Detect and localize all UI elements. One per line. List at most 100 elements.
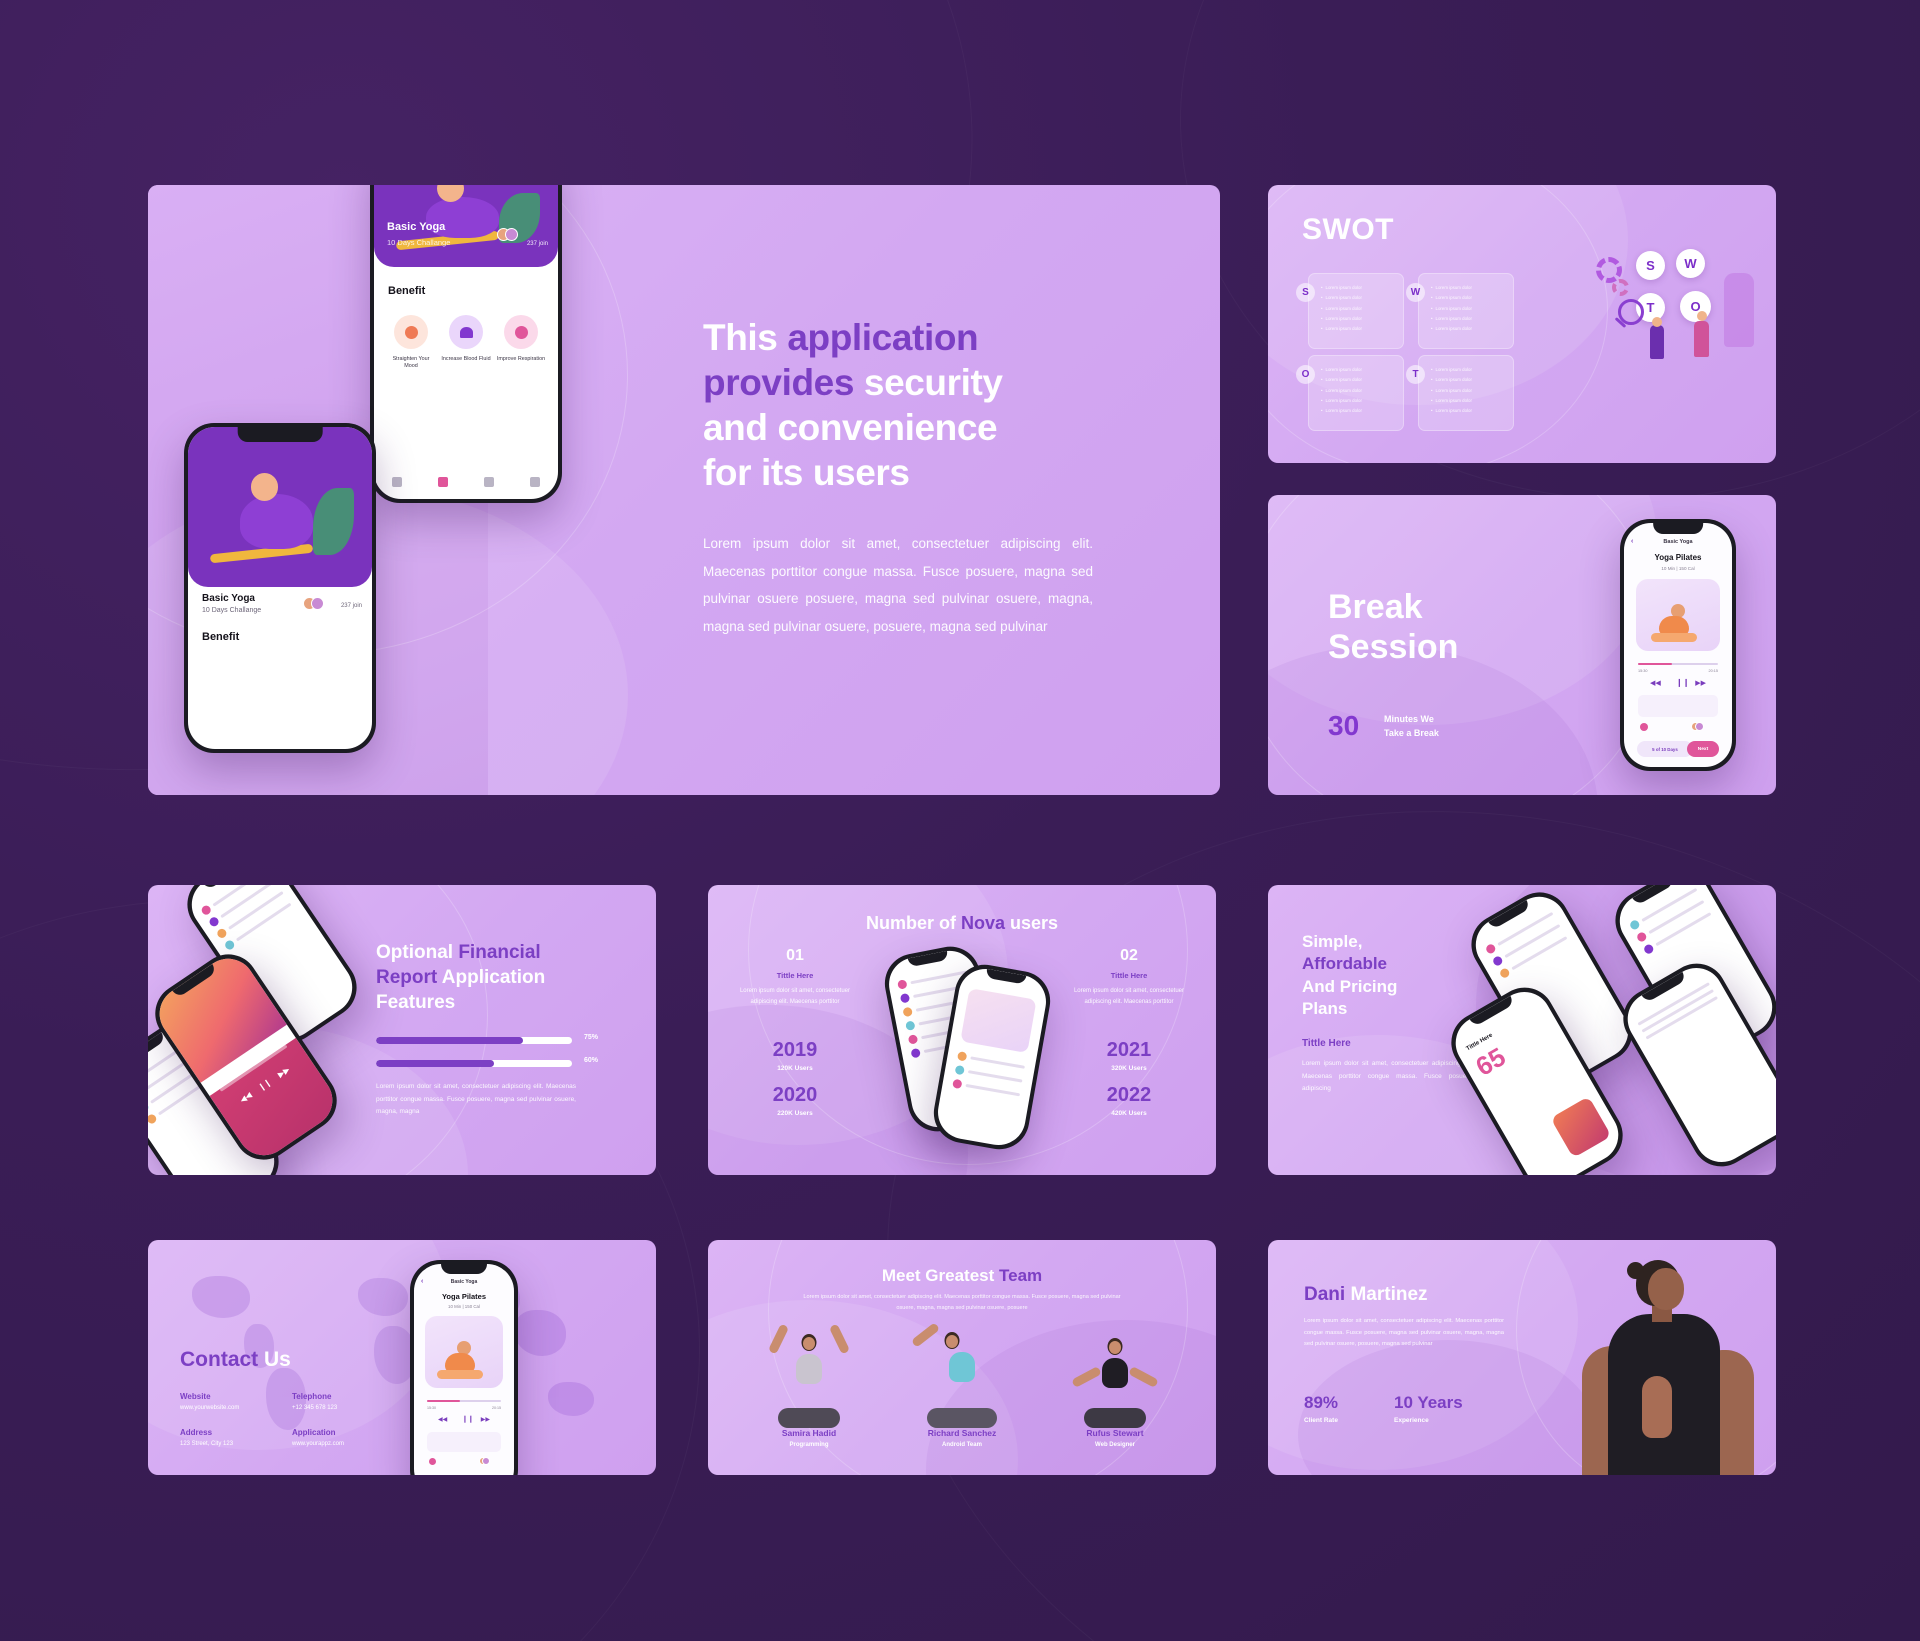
contact-label: Telephone bbox=[292, 1392, 332, 1401]
progress-fill bbox=[427, 1400, 460, 1402]
team-member-3[interactable]: Rufus Stewart Web Designer bbox=[1050, 1318, 1180, 1448]
rewind-icon[interactable]: ◀◀ bbox=[438, 1416, 447, 1423]
title-part: Contact bbox=[180, 1348, 264, 1371]
slide-hero[interactable]: Basic Yoga 10 Days Challange 237 join Be… bbox=[148, 185, 1220, 795]
step-title: Tittle Here bbox=[1110, 971, 1148, 980]
slide-pricing-plans[interactable]: Simple, Affordable And Pricing Plans Tit… bbox=[1268, 885, 1776, 1175]
progress-bar[interactable] bbox=[427, 1400, 501, 1402]
chevron-left-icon[interactable]: ‹ bbox=[1631, 538, 1633, 545]
phone-notch bbox=[237, 427, 323, 442]
play-pause-icon[interactable]: ❙❙ bbox=[257, 1077, 273, 1092]
financial-title-part: Application bbox=[437, 967, 546, 989]
step-description: Lorem ipsum dolor sit amet, consectetuer… bbox=[1073, 988, 1185, 1006]
team-member-1[interactable]: Samira Hadid Programming bbox=[744, 1318, 874, 1448]
progress-fill bbox=[1638, 663, 1672, 665]
slide-swot[interactable]: SWOT S Lorem ipsum dolor Lorem ipsum dol… bbox=[1268, 185, 1776, 463]
chat-icon[interactable] bbox=[530, 477, 540, 487]
benefit-label: Straighten Your Mood bbox=[392, 356, 430, 370]
smiley-icon bbox=[394, 315, 428, 349]
contact-item-application[interactable]: Application www.yourappz.com bbox=[292, 1428, 388, 1447]
person-head bbox=[1652, 317, 1662, 327]
contact-item-address[interactable]: Address 123 Street, City 123 bbox=[180, 1428, 276, 1447]
member-illustration bbox=[1050, 1318, 1180, 1428]
team-subtitle: Lorem ipsum dolor sit amet, consectetuer… bbox=[803, 1294, 1121, 1311]
plant-shape bbox=[1724, 273, 1754, 347]
nova-list bbox=[952, 1051, 1025, 1099]
financial-title-part: Financial bbox=[458, 942, 541, 963]
stat-year: 2019 bbox=[772, 1038, 818, 1061]
days-progress-pill[interactable]: 5 of 10 Days bbox=[1637, 741, 1693, 757]
swot-bullet: Lorem ipsum dolor bbox=[1321, 304, 1396, 314]
player-illustration bbox=[425, 1316, 503, 1388]
figure-legs bbox=[1651, 633, 1697, 643]
player-header: Basic Yoga bbox=[450, 1279, 478, 1285]
list-line bbox=[970, 1056, 1025, 1069]
break-meta-line1: Minutes We bbox=[1384, 714, 1434, 724]
slide-nova-users[interactable]: Number of Nova users 01 Tittle Here Lore… bbox=[708, 885, 1216, 1175]
list-icon bbox=[905, 1020, 916, 1031]
participant-avatars bbox=[1691, 722, 1704, 731]
joined-avatars bbox=[303, 597, 324, 610]
rewind-icon[interactable]: ◀◀ bbox=[1650, 679, 1661, 687]
contact-item-telephone[interactable]: Telephone +12 345 678 123 bbox=[292, 1392, 388, 1411]
rewind-icon[interactable]: ◀◀ bbox=[238, 1090, 253, 1104]
play-pause-icon[interactable]: ❙❙ bbox=[1676, 678, 1689, 687]
swot-bullet: Lorem ipsum dolor bbox=[1431, 293, 1506, 303]
progress-track bbox=[376, 1060, 572, 1067]
player-title: Yoga Pilates bbox=[441, 1292, 487, 1301]
forward-icon[interactable]: ▶▶ bbox=[1695, 679, 1706, 687]
swot-title: SWOT bbox=[1302, 213, 1394, 246]
progress-row-1[interactable]: 75% bbox=[376, 1034, 598, 1044]
forward-icon[interactable]: ▶▶ bbox=[276, 1065, 291, 1079]
calendar-icon[interactable] bbox=[484, 477, 494, 487]
title-line: Plans bbox=[1302, 999, 1348, 1019]
plan-image bbox=[1550, 1096, 1612, 1159]
figure-torso bbox=[1102, 1358, 1128, 1388]
play-pause-icon[interactable]: ❙❙ bbox=[462, 1415, 474, 1423]
slide-break-session[interactable]: Break Session 30 Minutes We Take a Break… bbox=[1268, 495, 1776, 795]
list-item[interactable] bbox=[1645, 996, 1719, 1040]
map-region bbox=[548, 1382, 594, 1416]
progress-track bbox=[376, 1037, 572, 1044]
list-icon bbox=[199, 903, 213, 917]
break-session-title: Break Session bbox=[1328, 587, 1458, 667]
map-region bbox=[192, 1276, 250, 1318]
title-part: Nova bbox=[960, 913, 1005, 933]
swot-box-weaknesses[interactable]: Lorem ipsum dolor Lorem ipsum dolor Lore… bbox=[1418, 273, 1514, 349]
swot-box-threats[interactable]: Lorem ipsum dolor Lorem ipsum dolor Lore… bbox=[1418, 355, 1514, 431]
grid-icon[interactable] bbox=[438, 477, 448, 487]
list-icon bbox=[215, 927, 229, 940]
participant-avatars bbox=[479, 1457, 490, 1465]
swot-box-strengths[interactable]: Lorem ipsum dolor Lorem ipsum dolor Lore… bbox=[1308, 273, 1404, 349]
benefit-item[interactable]: Straighten Your Mood bbox=[386, 315, 436, 371]
next-button[interactable]: Next bbox=[1687, 741, 1719, 757]
contact-item-website[interactable]: Website www.yourwebsite.com bbox=[180, 1392, 276, 1411]
break-minutes-caption: Minutes We Take a Break bbox=[1384, 713, 1439, 740]
benefit-item[interactable]: Increase Blood Fluid bbox=[441, 315, 491, 371]
heart-icon[interactable] bbox=[429, 1458, 436, 1465]
profile-stat-client-rate: 89% Client Rate bbox=[1304, 1393, 1338, 1424]
phone-mockup-bottom[interactable]: Basic Yoga 10 Days Challange 237 join Be… bbox=[184, 423, 376, 753]
presentation-mockup-board: Basic Yoga 10 Days Challange 237 join Be… bbox=[0, 0, 1920, 1641]
home-icon[interactable] bbox=[392, 477, 402, 487]
benefit-item[interactable]: Improve Respiration bbox=[496, 315, 546, 371]
slide-meet-team[interactable]: Meet Greatest Team Lorem ipsum dolor sit… bbox=[708, 1240, 1216, 1475]
step-number: 02 bbox=[1120, 947, 1138, 964]
phone-mockup-contact[interactable]: ‹ Basic Yoga Yoga Pilates 10 Min | 150 C… bbox=[410, 1260, 518, 1475]
swot-box-opportunities[interactable]: Lorem ipsum dolor Lorem ipsum dolor Lore… bbox=[1308, 355, 1404, 431]
nova-users-title: Number of Nova users bbox=[708, 913, 1216, 934]
slide-financial-features[interactable]: ◀◀ ❙❙ ▶▶ Optional Financial Report Appli… bbox=[148, 885, 656, 1175]
heart-icon[interactable] bbox=[1640, 723, 1648, 731]
team-member-2[interactable]: Richard Sanchez Android Team bbox=[897, 1318, 1027, 1448]
figure-legs bbox=[927, 1408, 997, 1428]
progress-row-2[interactable]: 60% bbox=[376, 1057, 598, 1067]
phone-mockup-top[interactable]: Basic Yoga 10 Days Challange 237 join Be… bbox=[370, 185, 562, 503]
phone-bottom-nav[interactable] bbox=[374, 465, 558, 499]
slide-profile-dani[interactable]: Dani Martinez Lorem ipsum dolor sit amet… bbox=[1268, 1240, 1776, 1475]
forward-icon[interactable]: ▶▶ bbox=[481, 1416, 490, 1423]
name-part: Dani bbox=[1304, 1284, 1351, 1305]
progress-bar[interactable] bbox=[1638, 663, 1718, 665]
phone-mockup-player[interactable]: Basic Yoga ‹ Yoga Pilates 10 Min | 150 C… bbox=[1620, 519, 1736, 771]
member-illustration bbox=[897, 1318, 1027, 1428]
slide-contact-us[interactable]: Contact Us Website www.yourwebsite.com T… bbox=[148, 1240, 656, 1475]
